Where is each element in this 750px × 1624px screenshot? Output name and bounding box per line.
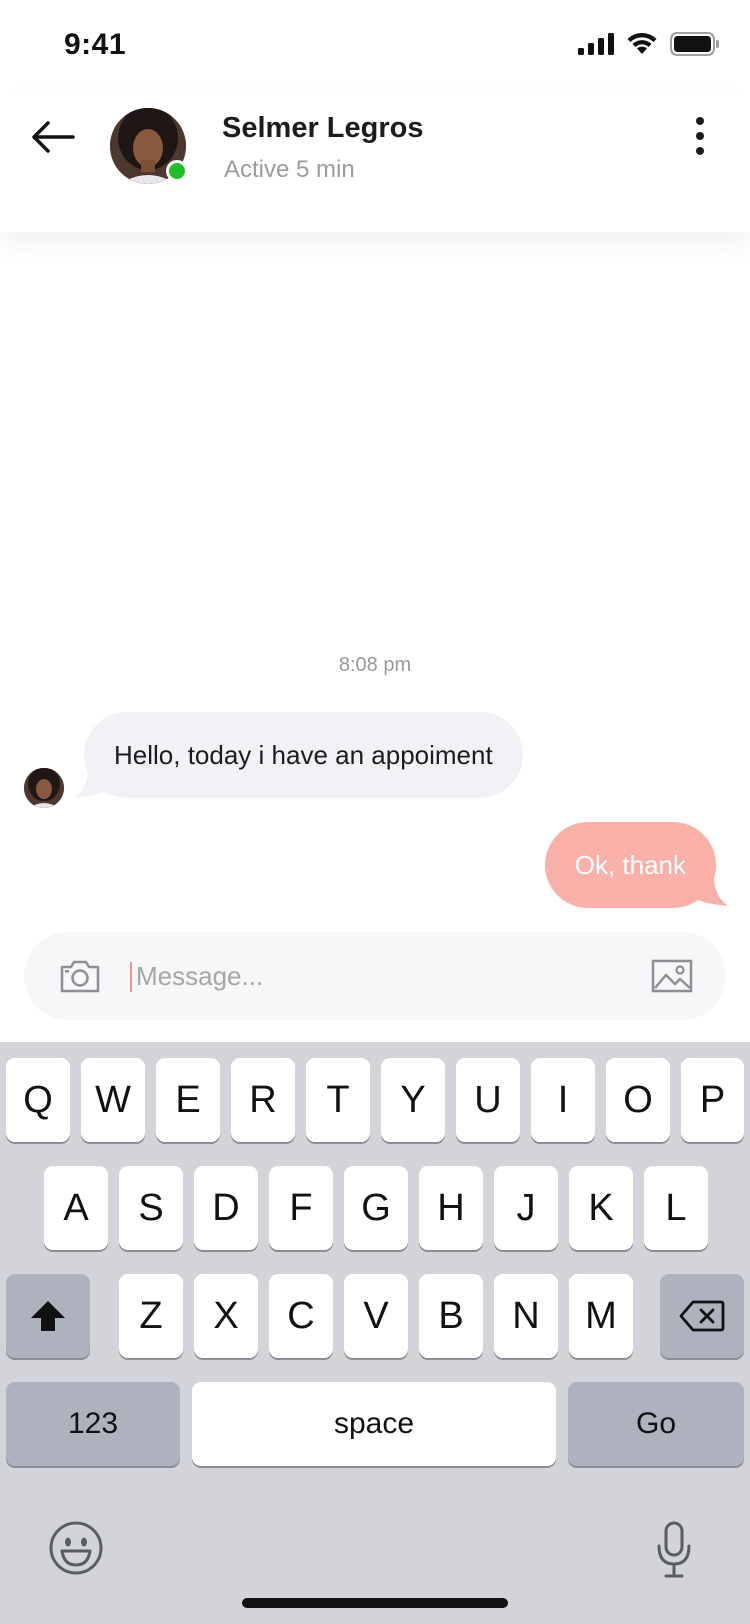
key-d[interactable]: D bbox=[194, 1166, 258, 1250]
chat-header: Selmer Legros Active 5 min bbox=[0, 90, 750, 232]
image-icon[interactable] bbox=[650, 954, 694, 998]
more-options-button[interactable] bbox=[678, 108, 722, 164]
back-arrow-icon bbox=[32, 121, 75, 153]
key-y[interactable]: Y bbox=[381, 1058, 445, 1142]
numbers-key[interactable]: 123 bbox=[6, 1382, 180, 1466]
key-z[interactable]: Z bbox=[119, 1274, 183, 1358]
status-bar: 9:41 bbox=[0, 0, 750, 90]
key-s[interactable]: S bbox=[119, 1166, 183, 1250]
message-composer bbox=[24, 932, 726, 1020]
key-f[interactable]: F bbox=[269, 1166, 333, 1250]
keyboard: Q W E R T Y U I O P A S D F G H J K L Z … bbox=[0, 1042, 750, 1624]
key-g[interactable]: G bbox=[344, 1166, 408, 1250]
emoji-icon[interactable] bbox=[48, 1520, 104, 1576]
sender-avatar bbox=[24, 768, 64, 808]
key-r[interactable]: R bbox=[231, 1058, 295, 1142]
signal-icon bbox=[578, 33, 614, 55]
delete-icon bbox=[679, 1300, 725, 1332]
message-input[interactable] bbox=[136, 952, 616, 1000]
home-indicator[interactable] bbox=[242, 1598, 508, 1608]
key-c[interactable]: C bbox=[269, 1274, 333, 1358]
status-time: 9:41 bbox=[64, 28, 127, 61]
key-e[interactable]: E bbox=[156, 1058, 220, 1142]
key-v[interactable]: V bbox=[344, 1274, 408, 1358]
contact-activity-status: Active 5 min bbox=[224, 156, 355, 183]
space-key[interactable]: space bbox=[192, 1382, 556, 1466]
key-k[interactable]: K bbox=[569, 1166, 633, 1250]
camera-icon[interactable] bbox=[58, 954, 102, 998]
text-caret bbox=[130, 962, 132, 992]
key-q[interactable]: Q bbox=[6, 1058, 70, 1142]
shift-key[interactable] bbox=[6, 1274, 90, 1358]
shift-icon bbox=[31, 1301, 65, 1331]
contact-avatar[interactable] bbox=[110, 108, 188, 184]
key-o[interactable]: O bbox=[606, 1058, 670, 1142]
back-button[interactable] bbox=[26, 110, 80, 164]
incoming-message[interactable]: Hello, today i have an appoiment bbox=[84, 712, 523, 798]
battery-icon bbox=[670, 32, 719, 56]
status-icons bbox=[578, 32, 720, 56]
key-a[interactable]: A bbox=[44, 1166, 108, 1250]
microphone-icon[interactable] bbox=[654, 1520, 694, 1580]
more-vertical-icon bbox=[696, 117, 704, 125]
key-l[interactable]: L bbox=[644, 1166, 708, 1250]
key-j[interactable]: J bbox=[494, 1166, 558, 1250]
key-t[interactable]: T bbox=[306, 1058, 370, 1142]
contact-name[interactable]: Selmer Legros bbox=[222, 112, 423, 145]
key-m[interactable]: M bbox=[569, 1274, 633, 1358]
key-i[interactable]: I bbox=[531, 1058, 595, 1142]
chat-timestamp: 8:08 pm bbox=[338, 654, 412, 676]
key-b[interactable]: B bbox=[419, 1274, 483, 1358]
outgoing-message[interactable]: Ok, thank bbox=[544, 822, 716, 908]
key-w[interactable]: W bbox=[81, 1058, 145, 1142]
go-key[interactable]: Go bbox=[568, 1382, 744, 1466]
wifi-icon bbox=[627, 32, 657, 54]
key-p[interactable]: P bbox=[681, 1058, 744, 1142]
key-h[interactable]: H bbox=[419, 1166, 483, 1250]
online-status-dot bbox=[166, 160, 188, 182]
key-n[interactable]: N bbox=[494, 1274, 558, 1358]
key-x[interactable]: X bbox=[194, 1274, 258, 1358]
key-u[interactable]: U bbox=[456, 1058, 520, 1142]
delete-key[interactable] bbox=[660, 1274, 744, 1358]
